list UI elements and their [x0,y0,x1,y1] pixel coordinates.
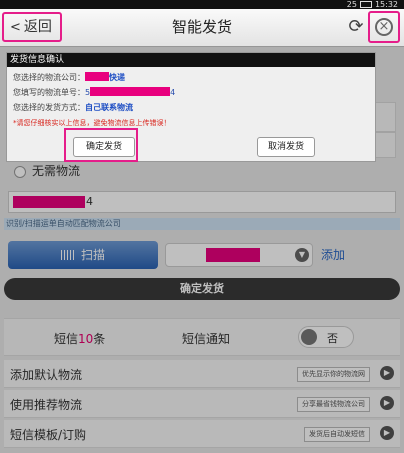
dialog-warning: *请您仔细核实以上信息，避免物流信息上传错误！ [13,119,171,127]
redacted-block [90,87,171,96]
dialog-tracking-end: 4 [170,88,176,97]
dialog-title: 发货信息确认 [7,53,375,67]
confirm-highlight-box [64,128,138,162]
dialog-tracking-line: 您填写的物流单号：5 4 [13,87,175,98]
back-button[interactable]: < 返回 [2,12,62,42]
close-button[interactable]: × [368,11,400,43]
close-icon: × [375,18,393,36]
confirm-dialog: 发货信息确认 您选择的物流公司： 快递 您填写的物流单号：5 4 您选择的发货方式：… [6,52,376,162]
back-label: 返回 [23,19,52,35]
refresh-icon[interactable]: ⟳ [346,17,366,37]
dialog-tracking-label: 您填写的物流单号： [13,88,85,97]
battery-icon [359,1,372,8]
title-bar: 智能发货 < 返回 ⟳ × [0,9,404,47]
chevron-left-icon: < [10,20,21,35]
dialog-method-value: 自己联系物流 [85,103,133,112]
dialog-method-line: 您选择的发货方式：自己联系物流 [13,102,133,113]
battery-level: 25 [346,0,357,9]
dialog-company-label: 您选择的物流公司： [13,73,85,82]
dialog-method-label: 您选择的发货方式： [13,103,85,112]
dialog-company-line: 您选择的物流公司： 快递 [13,72,125,83]
dialog-company-value: 快递 [109,73,125,82]
dialog-cancel-button[interactable]: 取消发货 [257,137,315,157]
status-bar: 25 15:32 [0,0,404,9]
redacted-block [85,72,109,81]
clock: 15:32 [374,0,398,9]
